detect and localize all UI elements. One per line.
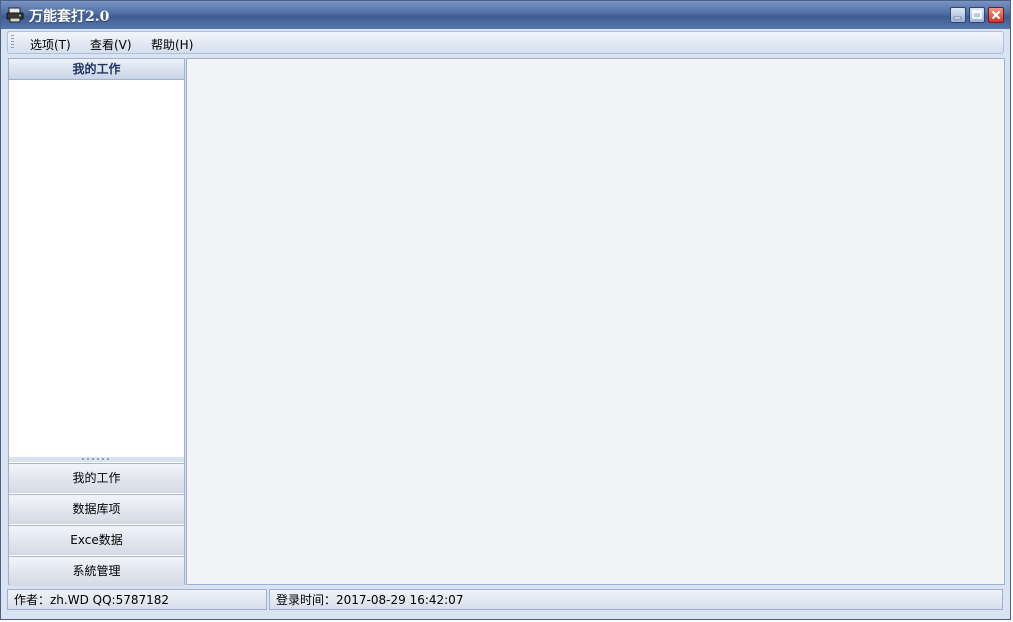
minimize-icon [953,16,962,20]
menu-bar: 选项(T) 查看(V) 帮助(H) [7,31,1004,54]
status-login-time: 登录时间：2017-08-29 16:42:07 [269,589,1003,610]
nav-my-work[interactable]: 我的工作 [9,463,184,493]
panel-header: 我的工作 [9,59,184,80]
panel-splitter[interactable] [9,457,184,462]
menu-view[interactable]: 查看(V) [90,36,132,53]
close-icon [991,10,1001,20]
status-bar: 作者：zh.WD QQ:5787182 登录时间：2017-08-29 16:4… [7,587,1005,613]
grip-dots-icon [82,458,112,460]
nav-system-management[interactable]: 系統管理 [9,556,184,586]
maximize-icon [972,10,982,19]
navigation-panel: 我的工作 我的工作 数据库项 Exce数据 系統管理 [8,58,185,586]
maximize-button[interactable] [969,7,985,23]
status-author: 作者：zh.WD QQ:5787182 [7,589,267,610]
menu-options[interactable]: 选项(T) [30,36,71,53]
toolbar-grip[interactable] [11,35,14,50]
printer-app-icon [6,7,24,23]
title-bar[interactable]: 万能套打2.0 [1,1,1010,29]
main-content-area [186,58,1005,585]
window-title: 万能套打2.0 [29,9,110,25]
app-window: 万能套打2.0 选项(T) 查看(V) 帮助(H) 我的工作 我的工作 数据库项… [0,0,1011,620]
close-button[interactable] [988,7,1004,23]
nav-database-items[interactable]: 数据库项 [9,494,184,524]
menu-help[interactable]: 帮助(H) [151,36,193,53]
minimize-button[interactable] [950,7,966,23]
nav-excel-data[interactable]: Exce数据 [9,525,184,555]
